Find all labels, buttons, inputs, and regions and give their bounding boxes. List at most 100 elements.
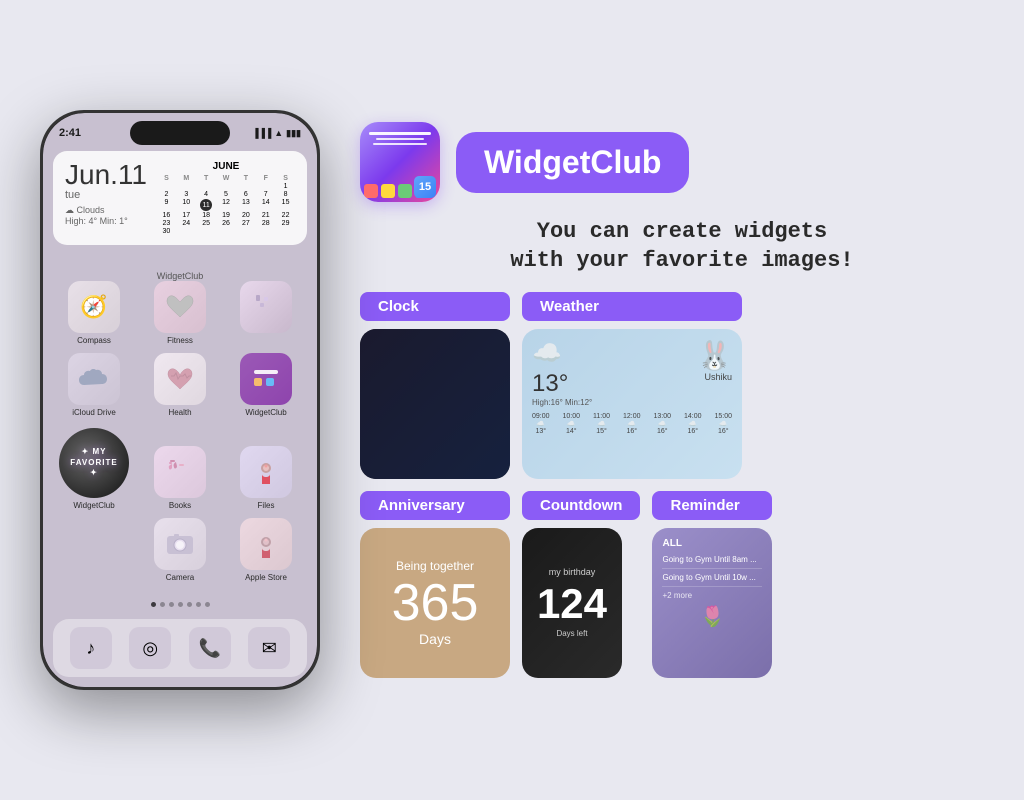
dock: ♪ ◎ 📞 ✉ [53, 619, 307, 677]
calendar-grid: SMTWTFS 1 2345678 9101112131415 16171819… [157, 175, 295, 235]
health-icon [154, 353, 206, 405]
app-phone1[interactable] [227, 281, 305, 345]
status-icons: ▐▐▐ ▲ ▮▮▮ [252, 128, 301, 139]
weather-time-7: 15:00☁️16° [714, 413, 732, 435]
icloud-label: iCloud Drive [72, 408, 116, 417]
books-icon [154, 446, 206, 498]
countdown-number: 124 [537, 583, 607, 625]
widget-row-1: Clock [360, 292, 1004, 479]
calendar-date: Jun.11 [65, 161, 147, 189]
clock-bg [360, 329, 510, 479]
calendar-right: JUNE SMTWTFS 1 2345678 9101112131415 161… [157, 161, 295, 235]
weather-time-4: 12:00☁️16° [623, 413, 641, 435]
compass-label: Compass [77, 336, 111, 345]
countdown-col: Countdown my birthday 124 Days left [522, 491, 640, 678]
phone-frame: 2:41 ▐▐▐ ▲ ▮▮▮ Jun.11 tue ☁ Clouds Hig [40, 110, 320, 690]
widget-section: Clock [360, 292, 1004, 678]
dock-safari[interactable]: ◎ [129, 627, 171, 669]
signal-icon: ▐▐▐ [252, 128, 271, 138]
weather-left: ☁️ 13° High:16° Min:12° [532, 339, 592, 407]
dot-5 [187, 602, 192, 607]
weather-time-2: 10:00☁️14° [563, 413, 581, 435]
widgetclub-screen-icon [240, 353, 292, 405]
app-icloud[interactable]: iCloud Drive [55, 353, 133, 417]
app-row-1: 🧭 Compass Fitness [55, 281, 305, 345]
phone1-icon [240, 281, 292, 333]
app-widgetclub-screen[interactable]: WidgetClub [227, 353, 305, 417]
files-label: Files [258, 501, 275, 510]
books-label: Books [169, 501, 191, 510]
app-row-4: Camera Apple Store [55, 518, 305, 582]
weather-time-5: 13:00☁️16° [653, 413, 671, 435]
countdown-badge: Countdown [522, 491, 640, 520]
phone-screen: 2:41 ▐▐▐ ▲ ▮▮▮ Jun.11 tue ☁ Clouds Hig [43, 113, 317, 687]
weather-right: 🐰 Ushiku [697, 339, 732, 382]
app-badge: 15 [414, 176, 436, 198]
icloud-icon [68, 353, 120, 405]
weather-time-1: 09:00☁️13° [532, 413, 550, 435]
phone-notch [130, 121, 230, 145]
right-section: 15 WidgetClub You can create widgets wit… [360, 122, 1004, 677]
dot-1 [151, 602, 156, 607]
widget-row-2: Anniversary Being together 365 Days Coun… [360, 491, 1004, 678]
dot-4 [178, 602, 183, 607]
cloud-icon: ☁️ [532, 339, 592, 368]
tagline: You can create widgets with your favorit… [360, 218, 1004, 275]
weather-minmax: High:16° Min:12° [532, 398, 592, 407]
app-icon-large: 15 [360, 122, 440, 202]
fitness-label: Fitness [167, 336, 193, 345]
camera-icon [154, 518, 206, 570]
anniversary-col: Anniversary Being together 365 Days [360, 491, 510, 678]
clock-badge: Clock [360, 292, 510, 321]
camera-label: Camera [166, 573, 194, 582]
weather-badge: Weather [522, 292, 742, 321]
anniversary-badge: Anniversary [360, 491, 510, 520]
calendar-left: Jun.11 tue ☁ Clouds High: 4° Min: 1° [65, 161, 147, 235]
countdown-widget[interactable]: my birthday 124 Days left [522, 528, 622, 678]
weather-time-6: 14:00☁️16° [684, 413, 702, 435]
clock-widget[interactable]: 12 3 6 9 [360, 329, 510, 479]
calendar-widget[interactable]: Jun.11 tue ☁ Clouds High: 4° Min: 1° JUN… [53, 151, 307, 245]
files-icon [240, 446, 292, 498]
dock-music[interactable]: ♪ [70, 627, 112, 669]
anniversary-label: Being together [396, 559, 474, 573]
dock-mail[interactable]: ✉ [248, 627, 290, 669]
app-compass[interactable]: 🧭 Compass [55, 281, 133, 345]
tagline-text: You can create widgets with your favorit… [360, 218, 1004, 275]
app-camera[interactable]: Camera [141, 518, 219, 582]
weather-forecast: 09:00☁️13° 10:00☁️14° 11:00☁️15° 12:00☁️… [532, 413, 732, 435]
status-time: 2:41 [59, 127, 81, 139]
page-dots [43, 602, 317, 607]
countdown-unit: Days left [556, 629, 587, 638]
reminder-badge: Reminder [652, 491, 772, 520]
anniversary-number: 365 [392, 577, 479, 629]
fitness-icon [154, 281, 206, 333]
calendar-month: JUNE [157, 161, 295, 172]
weather-location: Ushiku [697, 372, 732, 382]
health-label: Health [168, 408, 191, 417]
dock-phone[interactable]: 📞 [189, 627, 231, 669]
app-books[interactable]: Books [141, 446, 219, 510]
myfav-label: WidgetClub [73, 501, 114, 510]
reminder-col: Reminder ALL Going to Gym Until 8am ... … [652, 491, 772, 678]
countdown-label: my birthday [549, 567, 596, 577]
reminder-widget[interactable]: ALL Going to Gym Until 8am ... Going to … [652, 528, 772, 678]
app-files[interactable]: Files [227, 446, 305, 510]
wifi-icon: ▲ [274, 128, 283, 138]
app-myfav[interactable]: ✦ MYFAVORITE✦ WidgetClub [55, 428, 133, 510]
app-fitness[interactable]: Fitness [141, 281, 219, 345]
app-header: 15 WidgetClub [360, 122, 1004, 202]
bunny-decoration: 🐰 [697, 339, 732, 372]
battery-icon: ▮▮▮ [286, 128, 301, 139]
weather-temp: 13° [532, 370, 592, 398]
app-name-badge: WidgetClub [456, 132, 689, 193]
anniversary-widget[interactable]: Being together 365 Days [360, 528, 510, 678]
reminder-more: +2 more [662, 591, 762, 600]
app-row-2: iCloud Drive Health [55, 353, 305, 417]
weather-widget[interactable]: ☁️ 13° High:16° Min:12° 🐰 Ushiku [522, 329, 742, 479]
reminder-flower: 🌷 [662, 604, 762, 629]
reminder-title: ALL [662, 538, 762, 549]
app-applestore[interactable]: Apple Store [227, 518, 305, 582]
app-health[interactable]: Health [141, 353, 219, 417]
app-name: WidgetClub [484, 144, 661, 180]
